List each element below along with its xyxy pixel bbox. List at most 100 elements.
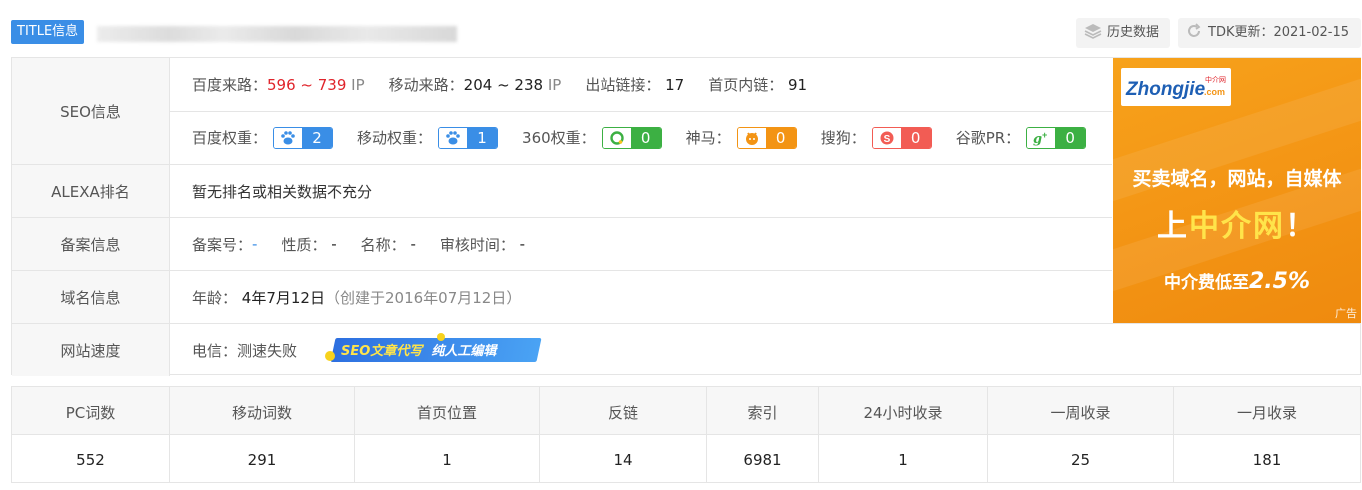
weights-row: 百度权重： 2 移动权重： 1 360权重： 0 神马： 0 搜狗： S 0 谷…	[192, 111, 1087, 164]
stats-header: 一周收录	[1050, 404, 1111, 422]
layers-icon	[1084, 24, 1102, 39]
google-pr-key: 谷歌PR：	[955, 129, 1021, 147]
domain-row: 年龄： 4年7月12日 （创建于2016年07月12日）	[192, 271, 521, 323]
stats-value: 6981	[743, 451, 782, 469]
360-weight-key: 360权重：	[522, 129, 596, 147]
tdk-update-label: TDK更新：2021-02-15	[1208, 25, 1350, 40]
stats-col-week: 一周收录 25	[988, 387, 1174, 482]
stats-col-mobile-words: 移动词数 291	[170, 387, 355, 482]
beian-nature-value: -	[331, 235, 337, 253]
stats-value: 291	[247, 451, 277, 469]
alexa-value: 暂无排名或相关数据不充分	[192, 182, 373, 201]
360-weight-badge[interactable]: 0	[601, 126, 662, 149]
stats-value: 25	[1070, 451, 1091, 469]
ad-banner[interactable]: Zhongjie 中介网 .com 买卖域名，网站，自媒体 上中介网！ 中介费低…	[1113, 58, 1361, 323]
360-icon	[609, 130, 624, 145]
beian-name-key: 名称：	[360, 235, 406, 254]
divider	[12, 270, 1112, 271]
svg-text:.com: .com	[1204, 87, 1225, 97]
stats-col-month: 一月收录 181	[1174, 387, 1360, 482]
stats-col-home-position: 首页位置 1	[355, 387, 540, 482]
beian-review-time-value: -	[519, 235, 526, 253]
baidu-traffic-value: 596 ~ 739	[267, 75, 347, 94]
baidu-weight-badge[interactable]: 2	[273, 126, 334, 149]
svg-text:+: +	[1042, 130, 1047, 140]
svg-text:Zhongjie: Zhongjie	[1125, 79, 1206, 100]
mobile-weight-value: 1	[467, 127, 498, 148]
ad-fee: 中介费低至2.5%	[1163, 269, 1310, 294]
baidu-traffic-key: 百度来路：	[192, 76, 268, 94]
speed-value: 电信：测速失败	[192, 341, 298, 360]
seo-traffic-row: 百度来路： 596 ~ 739 IP 移动来路： 204 ~ 238 IP 出站链接…	[192, 58, 807, 111]
history-data-label: 历史数据	[1107, 25, 1160, 40]
stats-value: 181	[1252, 451, 1282, 469]
stats-table: PC词数 552 移动词数 291 首页位置 1 反链 14 索引 6981 2…	[11, 386, 1361, 483]
ip-unit: IP	[351, 75, 365, 94]
mobile-weight-badge[interactable]: 1	[438, 126, 499, 149]
beian-nature-key: 性质：	[281, 235, 327, 254]
info-table: SEO信息 百度来路： 596 ~ 739 IP 移动来路： 204 ~ 238 I…	[11, 57, 1361, 376]
tdk-update-button[interactable]: TDK更新：2021-02-15	[1178, 18, 1361, 48]
stats-header: PC词数	[65, 404, 116, 422]
shenma-weight-badge[interactable]: 0	[736, 126, 797, 149]
title-row: TITLE信息 历史数据 TDK更新：2021-02-15	[11, 18, 1361, 48]
blurred-title	[97, 26, 457, 42]
banner-text-a: SEO文章代写	[341, 344, 423, 359]
360-weight-value: 0	[630, 127, 661, 148]
beian-row: 备案号： - 性质： - 名称： - 审核时间： -	[192, 218, 525, 270]
stats-header: 首页位置	[416, 404, 477, 422]
alexa-label: ALEXA排名	[12, 165, 170, 217]
divider	[12, 217, 1112, 218]
ad-headline: 买卖域名，网站，自媒体	[1132, 168, 1342, 190]
title-tag: TITLE信息	[11, 20, 85, 44]
baidu-weight-key: 百度权重：	[192, 129, 268, 147]
stats-value: 552	[76, 451, 105, 469]
svg-text:S: S	[883, 134, 890, 145]
stats-col-24h: 24小时收录 1	[819, 387, 988, 482]
history-data-button[interactable]: 历史数据	[1076, 18, 1170, 48]
domain-age-key: 年龄：	[192, 288, 238, 307]
shenma-weight-value: 0	[765, 127, 796, 148]
stats-value: 1	[442, 451, 452, 469]
ad-label: 广告	[1335, 307, 1357, 320]
stats-value: 14	[613, 451, 633, 469]
mobile-paw-icon	[446, 130, 460, 144]
beian-review-time-key: 审核时间：	[439, 235, 515, 254]
outbound-links-value: 17	[665, 75, 685, 94]
stats-col-index: 索引 6981	[707, 387, 819, 482]
zhongjie-logo: Zhongjie 中介网 .com	[1121, 68, 1231, 106]
speed-label: 网站速度	[12, 324, 170, 376]
mobile-traffic-key: 移动来路：	[388, 76, 464, 94]
domain-created: （创建于2016年07月12日）	[324, 288, 522, 307]
seo-writing-banner[interactable]: SEO文章代写 纯人工编辑	[325, 333, 542, 363]
ad-slogan: 上中介网！	[1157, 209, 1317, 244]
outbound-links-key: 出站链接：	[585, 76, 661, 94]
internal-links-key: 首页内链：	[708, 76, 784, 94]
google-pr-badge[interactable]: g + 0	[1026, 126, 1087, 149]
stats-header: 一月收录	[1236, 404, 1297, 422]
domain-label: 域名信息	[12, 271, 170, 323]
stats-col-backlinks: 反链 14	[540, 387, 707, 482]
beian-name-value: -	[410, 235, 416, 253]
stats-value: 1	[898, 451, 908, 469]
sogou-weight-value: 0	[900, 127, 931, 148]
baidu-paw-icon	[281, 130, 295, 144]
svg-text:中介网: 中介网	[1205, 75, 1226, 84]
google-plus-icon: g +	[1033, 130, 1047, 146]
stats-header: 移动词数	[231, 404, 292, 422]
stats-header: 索引	[747, 404, 778, 422]
svg-text:g: g	[1033, 132, 1042, 146]
sogou-weight-badge[interactable]: S 0	[871, 126, 932, 149]
divider	[12, 164, 1112, 165]
baidu-weight-value: 2	[302, 127, 333, 148]
speed-row: 电信：测速失败 SEO文章代写 纯人工编辑	[192, 324, 542, 376]
beian-label: 备案信息	[12, 218, 170, 270]
mobile-weight-key: 移动权重：	[357, 129, 433, 147]
mobile-traffic-value: 204 ~ 238	[463, 75, 544, 94]
refresh-icon	[1188, 23, 1201, 37]
beian-number-value[interactable]: -	[252, 235, 257, 253]
shenma-weight-key: 神马：	[685, 129, 731, 147]
ip-unit: IP	[547, 75, 562, 94]
stats-col-pc-words: PC词数 552	[12, 387, 170, 482]
seo-info-label: SEO信息	[12, 58, 170, 164]
